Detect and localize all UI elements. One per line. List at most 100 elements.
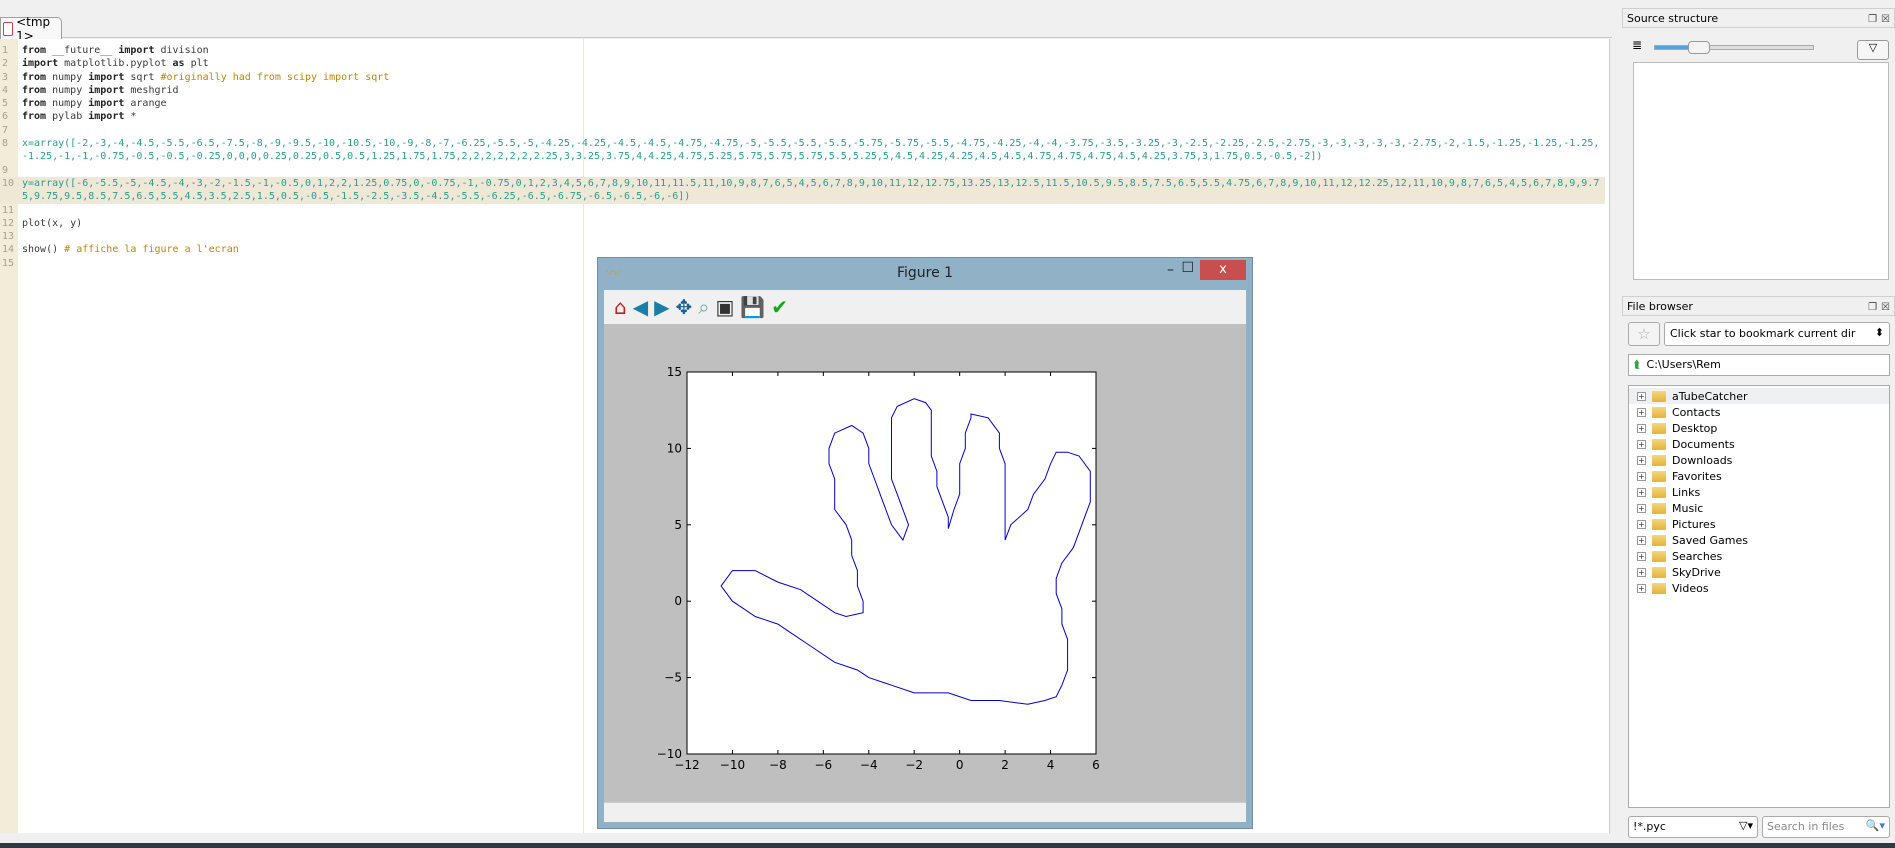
code-line[interactable]: 4 from numpy import meshgrid (0, 84, 1605, 97)
float-icon[interactable]: ❐ (1868, 14, 1877, 25)
y-tick-label: 5 (674, 518, 682, 532)
expand-icon[interactable]: + (1637, 407, 1646, 417)
depth-slider[interactable] (1654, 41, 1814, 54)
tree-item[interactable]: + Searches (1629, 548, 1889, 564)
x-tick-label: −2 (905, 758, 923, 772)
tree-item[interactable]: + Desktop (1629, 420, 1889, 436)
folder-icon (1652, 550, 1666, 562)
close-button[interactable]: x (1200, 260, 1246, 280)
figure-toolbar: ⌂ ◀ ▶ ✥ ⌕ ▣ 💾 ✔ (604, 290, 1246, 324)
code-text: x=array([-2,-3,-4,-4.5,-5.5,-6.5,-7.5,-8… (22, 138, 1600, 163)
subplots-icon[interactable]: ▣ (715, 295, 734, 319)
back-icon[interactable]: ◀ (633, 295, 648, 319)
folder-icon (1652, 390, 1666, 402)
tree-item[interactable]: + Pictures (1629, 516, 1889, 532)
expand-icon[interactable]: + (1637, 439, 1646, 449)
code-text: from pylab import * (22, 111, 137, 123)
tab-tmp-1[interactable]: <tmp 1> (0, 15, 62, 43)
code-area[interactable]: 1 from __future__ import division 2 import … (0, 44, 1605, 270)
code-line[interactable]: 2 import matplotlib.pyplot as plt (0, 57, 1605, 70)
expand-icon[interactable]: + (1637, 455, 1646, 465)
expand-icon[interactable]: + (1637, 519, 1646, 529)
tree-item[interactable]: + Contacts (1629, 404, 1889, 420)
edit-check-icon[interactable]: ✔ (771, 295, 788, 319)
expand-icon[interactable]: + (1637, 423, 1646, 433)
folder-up-icon: ⮬ (1634, 358, 1641, 371)
structure-tree[interactable] (1633, 62, 1889, 280)
maximize-button[interactable]: ☐ (1181, 260, 1194, 276)
line-number: 13 (2, 231, 15, 243)
folder-icon (1652, 422, 1666, 434)
expand-icon[interactable]: + (1637, 567, 1646, 577)
minimize-button[interactable]: – (1167, 262, 1174, 278)
tree-item[interactable]: + Saved Games (1629, 532, 1889, 548)
python-file-icon (3, 21, 14, 36)
code-line[interactable]: 8 x=array([-2,-3,-4,-4.5,-5.5,-6.5,-7.5,-… (0, 137, 1605, 164)
forward-icon[interactable]: ▶ (654, 295, 669, 319)
tree-item[interactable]: + Favorites (1629, 468, 1889, 484)
tree-item[interactable]: + Documents (1629, 436, 1889, 452)
code-line[interactable]: 6 from pylab import * (0, 110, 1605, 123)
code-line[interactable]: 12 plot(x, y) (0, 217, 1605, 230)
close-icon[interactable]: ☒ (1881, 14, 1890, 25)
tree-item-label: Contacts (1672, 405, 1721, 419)
code-line[interactable]: 13 (0, 230, 1605, 243)
code-text: from __future__ import division (22, 45, 209, 56)
expand-icon[interactable]: + (1637, 487, 1646, 497)
tree-item[interactable]: + aTubeCatcher (1629, 388, 1889, 404)
y-tick-label: 10 (667, 441, 682, 455)
code-line[interactable]: 9 (0, 164, 1605, 177)
expand-icon[interactable]: + (1637, 471, 1646, 481)
pan-icon[interactable]: ✥ (675, 295, 692, 319)
float-icon[interactable]: ❐ (1868, 302, 1877, 313)
code-text: plot(x, y) (22, 217, 83, 229)
x-tick-label: 0 (956, 758, 964, 772)
panel-header: File browser ❐ ☒ (1622, 296, 1895, 316)
tree-item-label: SkyDrive (1672, 565, 1721, 579)
tree-item[interactable]: + Music (1629, 500, 1889, 516)
close-icon[interactable]: ☒ (1881, 302, 1890, 313)
code-line[interactable]: 7 (0, 124, 1605, 137)
code-line[interactable]: 1 from __future__ import division (0, 44, 1605, 57)
x-tick-label: −10 (720, 758, 745, 772)
figure-window[interactable]: 〰 Figure 1 – ☐ x ⌂ ◀ ▶ ✥ ⌕ ▣ 💾 ✔ −12 −10−… (597, 257, 1253, 829)
expand-icon[interactable]: + (1637, 503, 1646, 513)
home-icon[interactable]: ⌂ (614, 295, 627, 319)
expand-icon[interactable]: + (1637, 535, 1646, 545)
filter-field[interactable]: !*.pyc ▽▾ (1628, 816, 1758, 838)
folder-icon (1652, 534, 1666, 546)
save-icon[interactable]: 💾 (740, 295, 765, 319)
search-icon[interactable]: 🔍▾ (1866, 819, 1885, 832)
expand-icon[interactable]: + (1637, 391, 1646, 401)
source-structure-panel: Source structure ❐ ☒ ≣ ▽ (1622, 8, 1895, 290)
tree-item[interactable]: + Links (1629, 484, 1889, 500)
figure-canvas[interactable]: −12 −10 −8 −6 −4 −2 0 2 4 6 −10 −5 0 5 10 15 (604, 324, 1246, 802)
tree-item[interactable]: + SkyDrive (1629, 564, 1889, 580)
zoom-icon[interactable]: ⌕ (698, 295, 709, 319)
file-tree[interactable]: + aTubeCatcher + Contacts + Desktop + Documents… (1628, 385, 1890, 808)
line-number: 7 (2, 124, 9, 136)
code-line[interactable]: 14 show() # affiche la figure a l'ecran (0, 243, 1605, 256)
expand-icon[interactable]: + (1637, 583, 1646, 593)
tree-item[interactable]: + Downloads (1629, 452, 1889, 468)
x-tick-label: 6 (1092, 758, 1100, 772)
folder-icon (1652, 406, 1666, 418)
filter-icon[interactable]: ▽ (1857, 40, 1889, 60)
slider-handle[interactable] (1688, 41, 1710, 54)
filter-dropdown-icon[interactable]: ▽▾ (1739, 819, 1753, 832)
path-field[interactable]: ⮬ C:\Users\Rem (1628, 354, 1890, 376)
code-line[interactable]: 5 from numpy import arange (0, 97, 1605, 110)
x-tick-label: −4 (860, 758, 878, 772)
expand-icon[interactable]: + (1637, 551, 1646, 561)
bookmark-combo[interactable]: Click star to bookmark current dir ⬍ (1664, 322, 1890, 346)
code-line[interactable]: 10 y=array([-6,-5.5,-5,-4.5,-4,-3,-2,-1.5… (0, 176, 1605, 204)
code-line[interactable]: 11 (0, 204, 1605, 217)
filter-text: !*.pyc (1633, 820, 1666, 833)
code-line[interactable]: 3 from numpy import sqrt #originally had … (0, 71, 1605, 84)
figure-titlebar[interactable]: 〰 Figure 1 – ☐ (598, 258, 1252, 288)
tree-item[interactable]: + Videos (1629, 580, 1889, 596)
search-files-input[interactable]: Search in files 🔍▾ (1762, 816, 1890, 838)
star-icon[interactable]: ☆ (1628, 322, 1660, 346)
